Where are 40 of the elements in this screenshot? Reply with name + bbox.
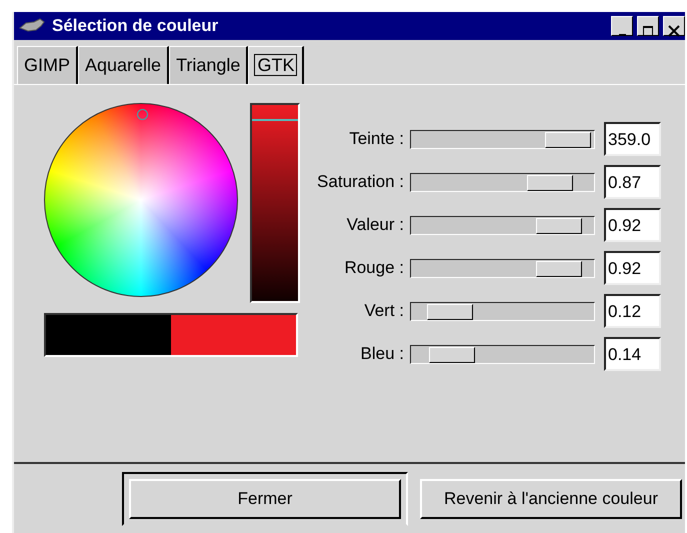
slider-thumb[interactable] bbox=[545, 132, 592, 148]
slider-track[interactable] bbox=[410, 172, 595, 192]
slider-label: Vert : bbox=[363, 300, 405, 322]
slider-thumb[interactable] bbox=[527, 174, 574, 190]
slider-thumb[interactable] bbox=[536, 260, 582, 276]
value-marker[interactable] bbox=[252, 119, 298, 121]
minimize-button[interactable] bbox=[611, 16, 633, 36]
slider-track[interactable] bbox=[410, 302, 595, 320]
close-button[interactable] bbox=[663, 16, 685, 36]
value-bar[interactable] bbox=[250, 103, 300, 303]
value-field[interactable]: 0.87 bbox=[604, 165, 661, 199]
value-field[interactable]: 0.92 bbox=[604, 208, 661, 242]
slider-track[interactable] bbox=[410, 344, 595, 364]
tab[interactable]: Triangle bbox=[169, 46, 248, 84]
window-title: Sélection de couleur bbox=[52, 15, 218, 38]
maximize-button[interactable] bbox=[637, 16, 659, 36]
slider-track[interactable] bbox=[410, 258, 595, 278]
tab[interactable]: GTK bbox=[248, 46, 304, 84]
tab[interactable]: GIMP bbox=[17, 46, 78, 84]
slider-thumb[interactable] bbox=[427, 304, 474, 320]
close-dialog-button[interactable]: Fermer bbox=[129, 479, 401, 519]
slider-track[interactable] bbox=[410, 130, 595, 148]
slider-label: Bleu : bbox=[360, 343, 405, 366]
value-field[interactable]: 359.0 bbox=[604, 122, 661, 156]
close-icon bbox=[668, 24, 680, 37]
value-field[interactable]: 0.12 bbox=[604, 294, 661, 328]
slider-track[interactable] bbox=[410, 216, 595, 234]
slider-label: Rouge : bbox=[343, 257, 405, 280]
value-field[interactable]: 0.14 bbox=[604, 337, 661, 371]
slider-label: Saturation : bbox=[316, 171, 405, 194]
tab[interactable]: Aquarelle bbox=[78, 46, 170, 84]
minimize-icon bbox=[618, 34, 626, 36]
slider-thumb[interactable] bbox=[428, 346, 475, 362]
maximize-icon bbox=[642, 24, 654, 37]
slider-label: Teinte : bbox=[348, 128, 405, 150]
slider-thumb[interactable] bbox=[536, 218, 582, 234]
hue-marker[interactable] bbox=[137, 109, 148, 120]
revert-color-button[interactable]: Revenir à l'ancienne couleur bbox=[420, 479, 682, 519]
value-field[interactable]: 0.92 bbox=[604, 251, 661, 285]
slider-label: Valeur : bbox=[346, 214, 405, 236]
